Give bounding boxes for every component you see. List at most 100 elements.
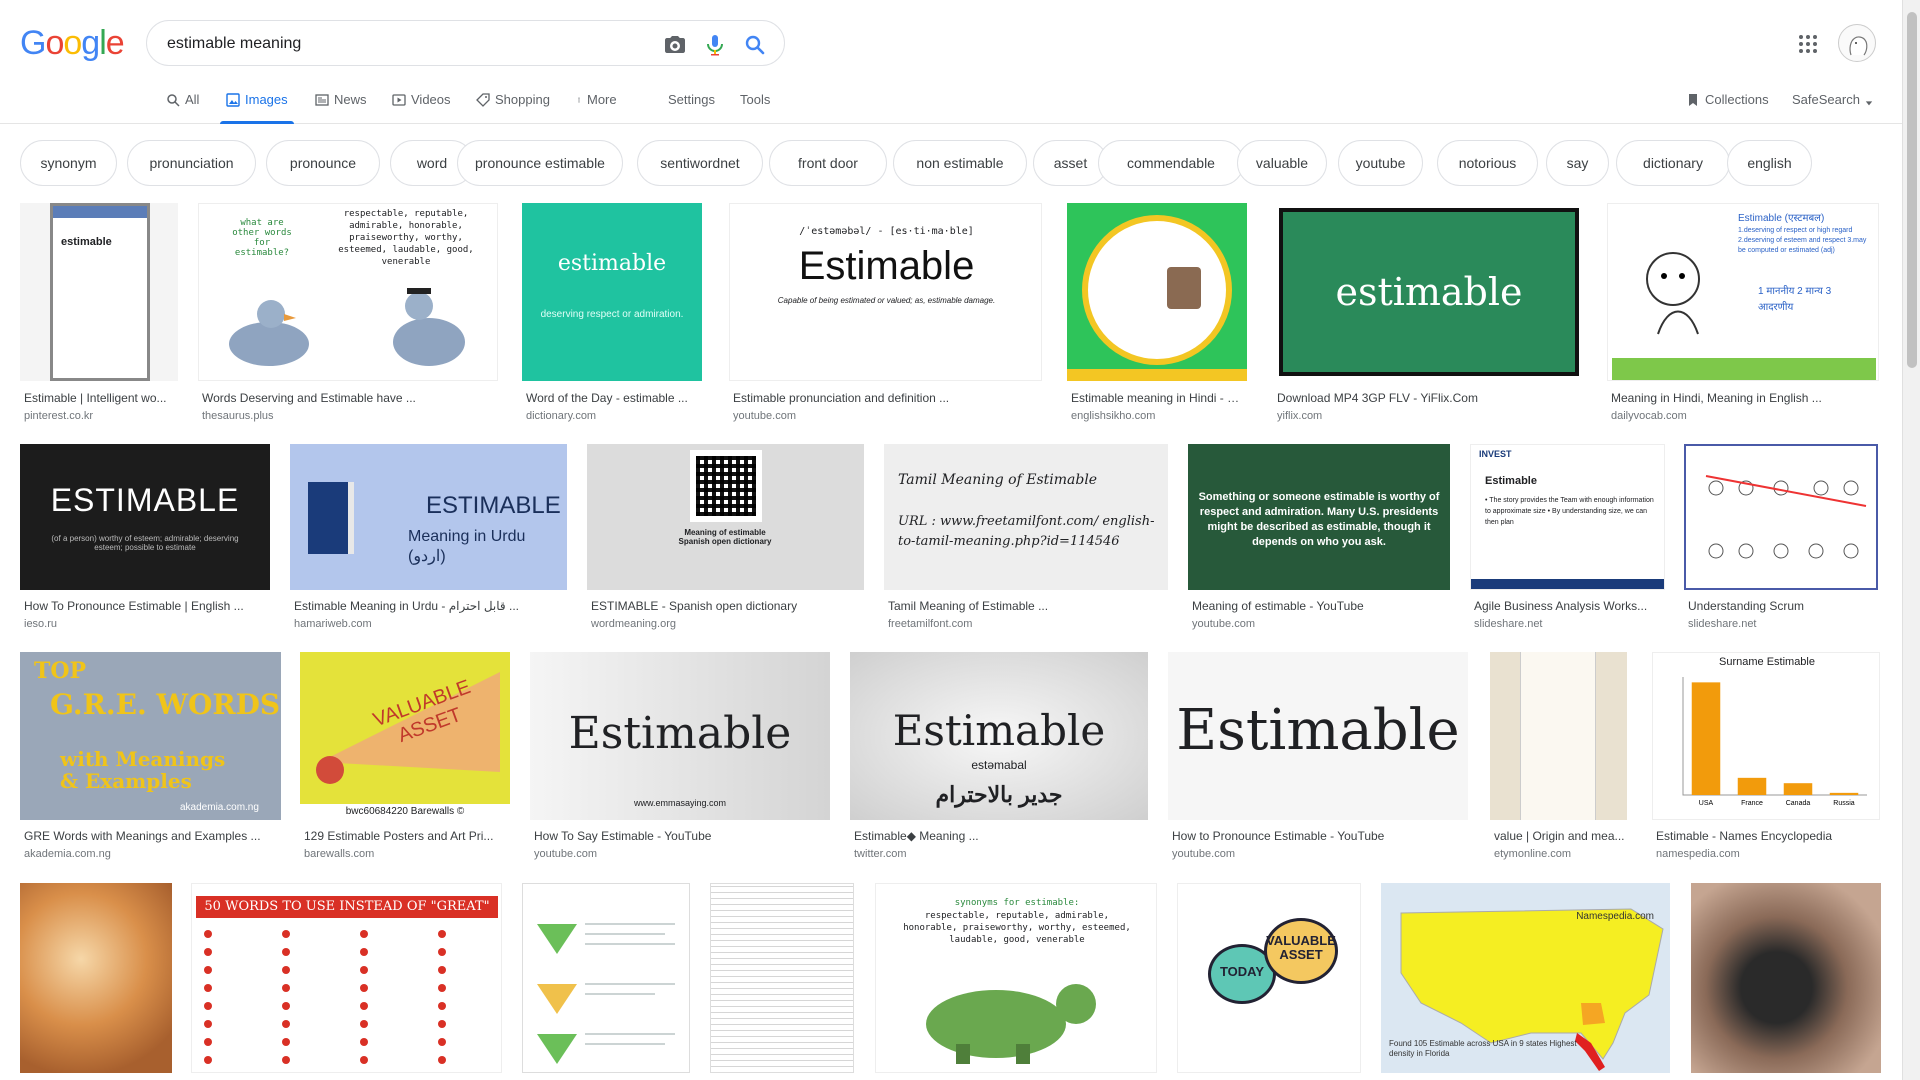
chip-youtube[interactable]: youtube bbox=[1338, 140, 1423, 186]
tab-shopping[interactable]: Shopping bbox=[476, 92, 550, 124]
result-thumbnail[interactable]: 50 WORDS TO USE INSTEAD OF "GREAT" bbox=[191, 883, 502, 1073]
result-title[interactable]: Meaning of estimable - YouTube bbox=[1192, 599, 1448, 613]
image-result[interactable]: what are other words for estimable? resp… bbox=[198, 203, 498, 425]
result-thumbnail[interactable]: Surname Estimable USA France Canada Russia bbox=[1652, 652, 1880, 820]
result-thumbnail[interactable]: Estimable estəmabal جدير بالاحترام bbox=[850, 652, 1148, 820]
chip-sentiwordnet[interactable]: sentiwordnet bbox=[637, 140, 763, 186]
tab-images[interactable]: Images bbox=[220, 92, 294, 124]
chip-synonym[interactable]: synonym bbox=[20, 140, 117, 186]
chip-pronounce-estimable[interactable]: pronounce estimable bbox=[457, 140, 623, 186]
tab-all[interactable]: All bbox=[166, 92, 199, 124]
safesearch-menu[interactable]: SafeSearch bbox=[1792, 92, 1873, 124]
result-title[interactable]: Estimable◆ Meaning ... bbox=[854, 829, 1146, 843]
image-result[interactable]: synonyms for estimable: respectable, rep… bbox=[875, 883, 1157, 1073]
result-thumbnail[interactable] bbox=[1490, 652, 1627, 820]
image-result[interactable]: Tamil Meaning of Estimable URL : www.fre… bbox=[884, 444, 1168, 634]
result-title[interactable]: GRE Words with Meanings and Examples ... bbox=[24, 829, 279, 843]
result-title[interactable]: ESTIMABLE - Spanish open dictionary bbox=[591, 599, 862, 613]
image-result[interactable]: Estimable How to Pronounce Estimable - Y… bbox=[1168, 652, 1468, 864]
image-result[interactable]: VALUABLE ASSET TODAY bbox=[1177, 883, 1361, 1073]
page-scrollbar[interactable] bbox=[1902, 0, 1920, 1080]
image-result[interactable]: TOP G.R.E. WORDS with Meanings & Example… bbox=[20, 652, 281, 864]
result-title[interactable]: value | Origin and mea... bbox=[1494, 829, 1625, 843]
search-input[interactable] bbox=[167, 31, 637, 57]
result-thumbnail[interactable]: Tamil Meaning of Estimable URL : www.fre… bbox=[884, 444, 1168, 590]
image-result[interactable] bbox=[522, 883, 690, 1073]
chip-dictionary[interactable]: dictionary bbox=[1616, 140, 1730, 186]
tab-more[interactable]: More bbox=[576, 92, 617, 124]
result-thumbnail[interactable]: VALUABLE ASSET TODAY bbox=[1177, 883, 1361, 1073]
image-result[interactable]: /ˈestəməbəl/ - [es·ti·ma·ble] Estimable … bbox=[729, 203, 1042, 425]
image-result[interactable]: estimable Estimable | Intelligent wo... … bbox=[20, 203, 178, 425]
image-result[interactable]: Something or someone estimable is worthy… bbox=[1188, 444, 1450, 634]
image-result[interactable]: Estimable www.emmasaying.com How To Say … bbox=[530, 652, 830, 864]
tab-videos[interactable]: Videos bbox=[392, 92, 451, 124]
result-thumbnail[interactable]: Estimable bbox=[1168, 652, 1468, 820]
result-title[interactable]: Understanding Scrum bbox=[1688, 599, 1876, 613]
result-title[interactable]: Estimable pronunciation and definition .… bbox=[733, 391, 1040, 405]
image-result[interactable] bbox=[1691, 883, 1881, 1073]
result-title[interactable]: Estimable | Intelligent wo... bbox=[24, 391, 176, 405]
image-result[interactable]: Meaning of estimable Spanish open dictio… bbox=[587, 444, 864, 634]
result-title[interactable]: Tamil Meaning of Estimable ... bbox=[888, 599, 1166, 613]
image-result[interactable]: Namespedia.com Found 105 Estimable acros… bbox=[1381, 883, 1670, 1073]
result-thumbnail[interactable]: /ˈestəməbəl/ - [es·ti·ma·ble] Estimable … bbox=[729, 203, 1042, 381]
result-title[interactable]: How to Pronounce Estimable - YouTube bbox=[1172, 829, 1466, 843]
result-thumbnail[interactable]: Namespedia.com Found 105 Estimable acros… bbox=[1381, 883, 1670, 1073]
google-logo[interactable]: Google bbox=[20, 24, 125, 63]
result-thumbnail[interactable] bbox=[1684, 444, 1878, 590]
image-result[interactable]: estimable deserving respect or admiratio… bbox=[522, 203, 702, 425]
tools-link[interactable]: Tools bbox=[740, 92, 770, 124]
result-thumbnail[interactable]: Meaning of estimable Spanish open dictio… bbox=[587, 444, 864, 590]
result-thumbnail[interactable]: ESTIMABLE Meaning in Urdu (اردو) bbox=[290, 444, 567, 590]
result-title[interactable]: Agile Business Analysis Works... bbox=[1474, 599, 1663, 613]
result-title[interactable]: Estimable Meaning in Urdu - قابل احترام … bbox=[294, 599, 565, 613]
result-title[interactable]: 129 Estimable Posters and Art Pri... bbox=[304, 829, 508, 843]
scrollbar-thumb[interactable] bbox=[1907, 12, 1917, 368]
result-thumbnail[interactable]: VALUABLE ASSET bwc60684220 Barewalls © bbox=[300, 652, 510, 820]
result-thumbnail[interactable]: INVEST Estimable • The story provides th… bbox=[1470, 444, 1665, 590]
result-thumbnail[interactable]: Something or someone estimable is worthy… bbox=[1188, 444, 1450, 590]
result-thumbnail[interactable]: estimable bbox=[20, 203, 178, 381]
result-thumbnail[interactable]: Estimable (एस्टमबल) 1.deserving of respe… bbox=[1607, 203, 1879, 381]
camera-icon[interactable] bbox=[663, 33, 687, 57]
result-thumbnail[interactable]: estimable deserving respect or admiratio… bbox=[522, 203, 702, 381]
result-thumbnail[interactable]: TOP G.R.E. WORDS with Meanings & Example… bbox=[20, 652, 281, 820]
image-result[interactable] bbox=[20, 883, 172, 1073]
chip-asset[interactable]: asset bbox=[1033, 140, 1108, 186]
result-thumbnail[interactable]: what are other words for estimable? resp… bbox=[198, 203, 498, 381]
chip-english[interactable]: english bbox=[1727, 140, 1812, 186]
chip-notorious[interactable]: notorious bbox=[1437, 140, 1538, 186]
image-result[interactable]: value | Origin and mea... etymonline.com bbox=[1490, 652, 1627, 864]
result-title[interactable]: Word of the Day - estimable ... bbox=[526, 391, 700, 405]
chip-commendable[interactable]: commendable bbox=[1098, 140, 1244, 186]
image-result[interactable]: ESTIMABLE (of a person) worthy of esteem… bbox=[20, 444, 270, 634]
result-title[interactable]: Words Deserving and Estimable have ... bbox=[202, 391, 496, 405]
chip-say[interactable]: say bbox=[1546, 140, 1609, 186]
chip-non-estimable[interactable]: non estimable bbox=[893, 140, 1027, 186]
tab-news[interactable]: News bbox=[315, 92, 367, 124]
image-result[interactable]: 50 WORDS TO USE INSTEAD OF "GREAT" bbox=[191, 883, 502, 1073]
result-thumbnail[interactable]: synonyms for estimable: respectable, rep… bbox=[875, 883, 1157, 1073]
image-result[interactable]: estimable Download MP4 3GP FLV - YiFlix.… bbox=[1273, 203, 1584, 425]
result-thumbnail[interactable] bbox=[522, 883, 690, 1073]
apps-grid-icon[interactable] bbox=[1796, 32, 1820, 56]
result-thumbnail[interactable] bbox=[20, 883, 172, 1073]
result-thumbnail[interactable] bbox=[710, 883, 854, 1073]
image-result[interactable]: INVEST Estimable • The story provides th… bbox=[1470, 444, 1665, 634]
image-result[interactable]: Estimable meaning in Hindi - E... englis… bbox=[1067, 203, 1247, 425]
chip-valuable[interactable]: valuable bbox=[1237, 140, 1327, 186]
image-result[interactable] bbox=[710, 883, 854, 1073]
chip-front-door[interactable]: front door bbox=[769, 140, 887, 186]
image-result[interactable]: ESTIMABLE Meaning in Urdu (اردو) Estimab… bbox=[290, 444, 567, 634]
image-result[interactable]: VALUABLE ASSET bwc60684220 Barewalls © 1… bbox=[300, 652, 510, 864]
result-thumbnail[interactable]: estimable bbox=[1273, 203, 1584, 381]
result-title[interactable]: Estimable meaning in Hindi - E... bbox=[1071, 391, 1245, 405]
image-result[interactable]: Understanding Scrum slideshare.net bbox=[1684, 444, 1878, 634]
image-result[interactable]: Estimable (एस्टमबल) 1.deserving of respe… bbox=[1607, 203, 1879, 425]
result-thumbnail[interactable] bbox=[1691, 883, 1881, 1073]
chip-pronounce[interactable]: pronounce bbox=[266, 140, 380, 186]
result-title[interactable]: How To Pronounce Estimable | English ... bbox=[24, 599, 268, 613]
image-result[interactable]: Estimable estəmabal جدير بالاحترام Estim… bbox=[850, 652, 1148, 864]
result-title[interactable]: Meaning in Hindi, Meaning in English ... bbox=[1611, 391, 1877, 405]
